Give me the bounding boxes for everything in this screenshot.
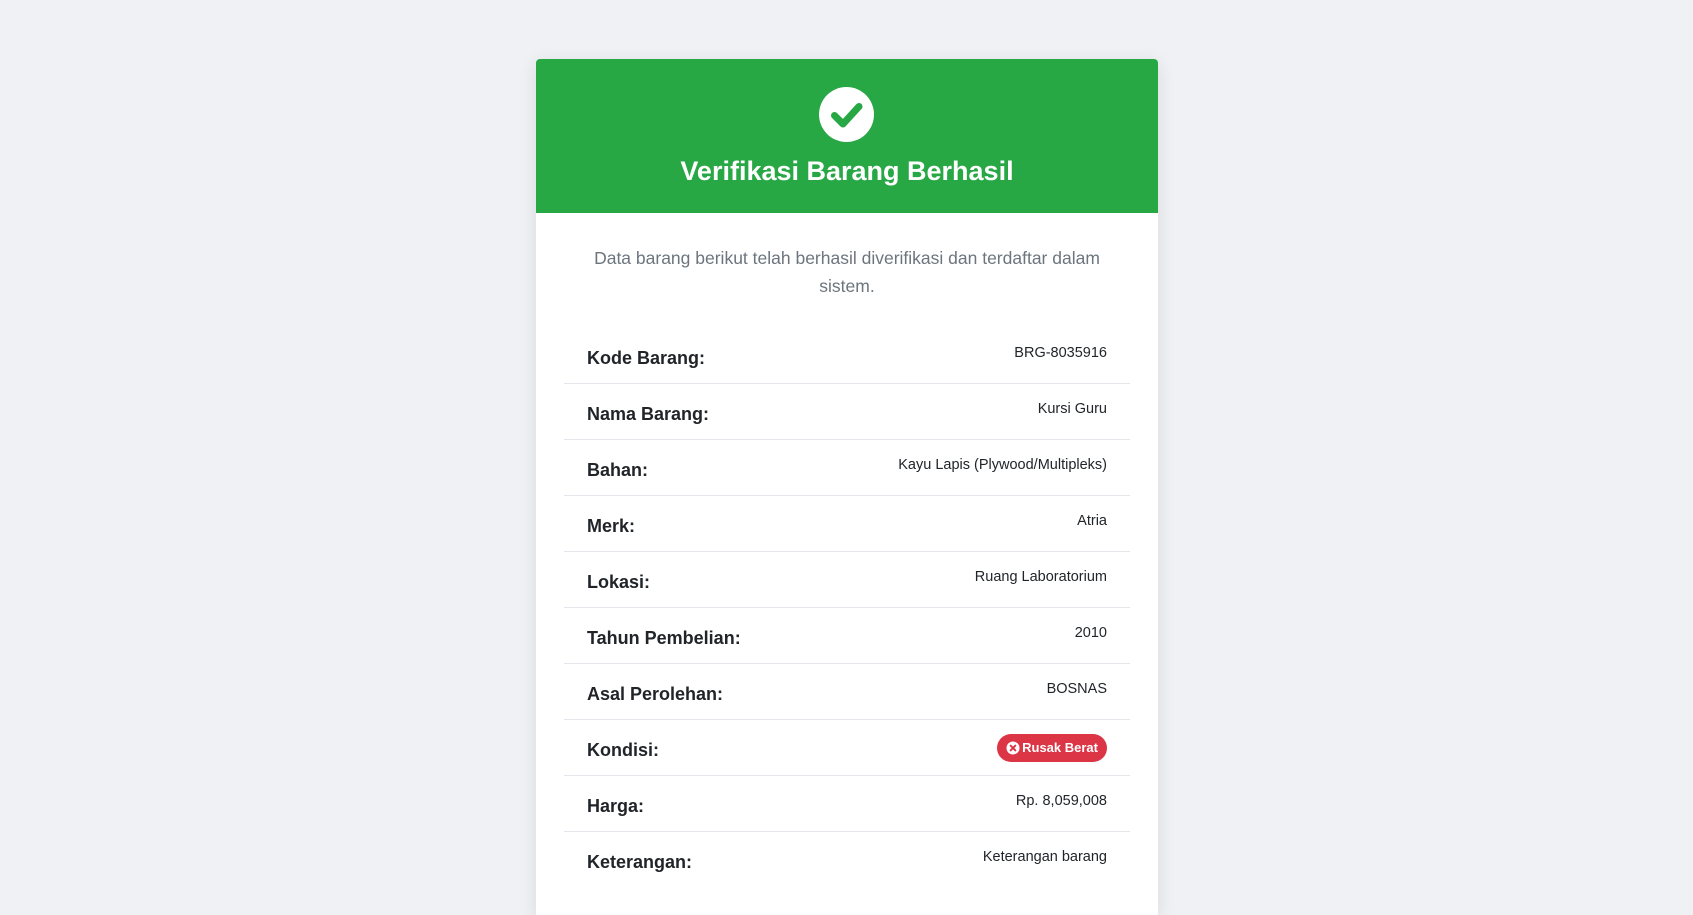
verification-card: Verifikasi Barang Berhasil Data barang b… bbox=[536, 59, 1158, 915]
detail-label: Bahan: bbox=[587, 460, 649, 480]
detail-label: Kondisi: bbox=[587, 740, 659, 760]
times-circle-icon bbox=[1006, 741, 1020, 755]
detail-label: Tahun Pembelian: bbox=[587, 628, 741, 648]
detail-value: Atria bbox=[1077, 513, 1107, 529]
detail-row-harga: Harga: Rp. 8,059,008 bbox=[564, 776, 1130, 832]
detail-label: Keterangan: bbox=[587, 852, 693, 872]
detail-label: Asal Perolehan: bbox=[587, 684, 724, 704]
detail-row-tahun-pembelian: Tahun Pembelian: 2010 bbox=[564, 608, 1130, 664]
detail-value: Keterangan barang bbox=[982, 849, 1107, 865]
detail-value: 2010 bbox=[1074, 625, 1107, 641]
detail-row-asal-perolehan: Asal Perolehan: BOSNAS bbox=[564, 664, 1130, 720]
card-body: Data barang berikut telah berhasil diver… bbox=[536, 244, 1158, 888]
detail-value: Rp. 8,059,008 bbox=[1015, 793, 1107, 809]
detail-row-bahan: Bahan: Kayu Lapis (Plywood/Multipleks) bbox=[564, 440, 1130, 496]
detail-row-kondisi: Kondisi: Rusak Berat bbox=[564, 720, 1130, 776]
detail-row-kode-barang: Kode Barang: BRG-8035916 bbox=[564, 328, 1130, 384]
detail-row-keterangan: Keterangan: Keterangan barang bbox=[564, 832, 1130, 888]
detail-value: BRG-8035916 bbox=[1014, 345, 1107, 361]
intro-text: Data barang berikut telah berhasil diver… bbox=[594, 248, 1100, 296]
detail-value: Kayu Lapis (Plywood/Multipleks) bbox=[898, 457, 1107, 473]
detail-value: Ruang Laboratorium bbox=[974, 569, 1107, 585]
card-header: Verifikasi Barang Berhasil bbox=[536, 59, 1158, 213]
detail-label: Harga: bbox=[587, 796, 645, 816]
detail-row-lokasi: Lokasi: Ruang Laboratorium bbox=[564, 552, 1130, 608]
detail-label: Lokasi: bbox=[587, 572, 651, 592]
check-circle-icon bbox=[819, 87, 874, 142]
detail-label: Merk: bbox=[587, 516, 636, 536]
detail-label: Kode Barang: bbox=[587, 348, 706, 368]
condition-badge-label: Rusak Berat bbox=[1022, 740, 1098, 755]
detail-value: BOSNAS bbox=[1046, 681, 1107, 697]
detail-row-merk: Merk: Atria bbox=[564, 496, 1130, 552]
detail-list: Kode Barang: BRG-8035916 Nama Barang: Ku… bbox=[564, 328, 1130, 888]
condition-badge: Rusak Berat bbox=[997, 734, 1107, 762]
detail-value: Kursi Guru bbox=[1037, 401, 1107, 417]
detail-row-nama-barang: Nama Barang: Kursi Guru bbox=[564, 384, 1130, 440]
detail-value: Rusak Berat bbox=[997, 720, 1107, 775]
detail-label: Nama Barang: bbox=[587, 404, 710, 424]
page-title: Verifikasi Barang Berhasil bbox=[680, 156, 1014, 186]
